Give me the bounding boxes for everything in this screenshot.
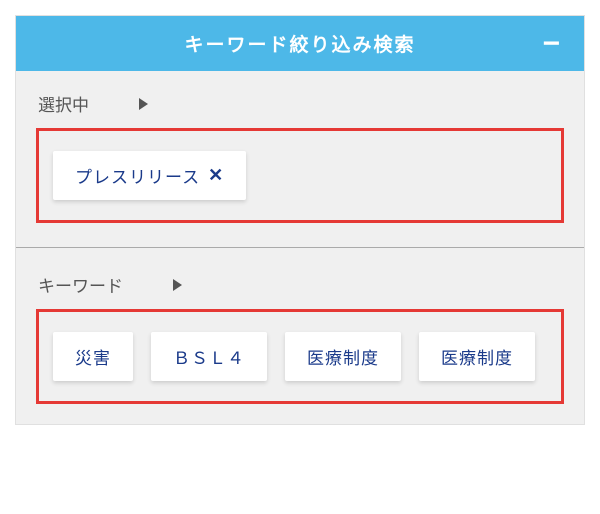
- search-filter-panel: キーワード絞り込み検索 − 選択中 プレスリリース ✕ キーワード 災害 ＢＳＬ…: [15, 15, 585, 425]
- panel-title: キーワード絞り込み検索: [184, 30, 415, 57]
- keyword-chip[interactable]: 災害: [53, 332, 133, 381]
- keyword-items-box: 災害 ＢＳＬ４ 医療制度 医療制度: [36, 309, 564, 404]
- keyword-section-header: キーワード: [36, 272, 564, 297]
- chip-label: 災害: [75, 344, 111, 369]
- keyword-chip[interactable]: ＢＳＬ４: [151, 332, 267, 381]
- selected-items-box: プレスリリース ✕: [36, 128, 564, 223]
- chip-label: ＢＳＬ４: [173, 344, 245, 369]
- triangle-right-icon: [173, 279, 182, 291]
- keyword-chip[interactable]: 医療制度: [419, 332, 535, 381]
- chip-label: 医療制度: [441, 344, 513, 369]
- chip-label: プレスリリース: [75, 163, 200, 188]
- chip-label: 医療制度: [307, 344, 379, 369]
- panel-header[interactable]: キーワード絞り込み検索 −: [16, 16, 584, 71]
- keyword-label: キーワード: [38, 272, 123, 297]
- panel-content: 選択中 プレスリリース ✕ キーワード 災害 ＢＳＬ４ 医療制度: [16, 71, 584, 424]
- collapse-icon[interactable]: −: [542, 29, 562, 59]
- selected-section-header: 選択中: [36, 91, 564, 116]
- section-divider: [16, 247, 584, 248]
- selected-chip[interactable]: プレスリリース ✕: [53, 151, 246, 200]
- triangle-right-icon: [139, 98, 148, 110]
- keyword-chip[interactable]: 医療制度: [285, 332, 401, 381]
- close-icon[interactable]: ✕: [208, 165, 224, 186]
- selected-label: 選択中: [38, 91, 89, 116]
